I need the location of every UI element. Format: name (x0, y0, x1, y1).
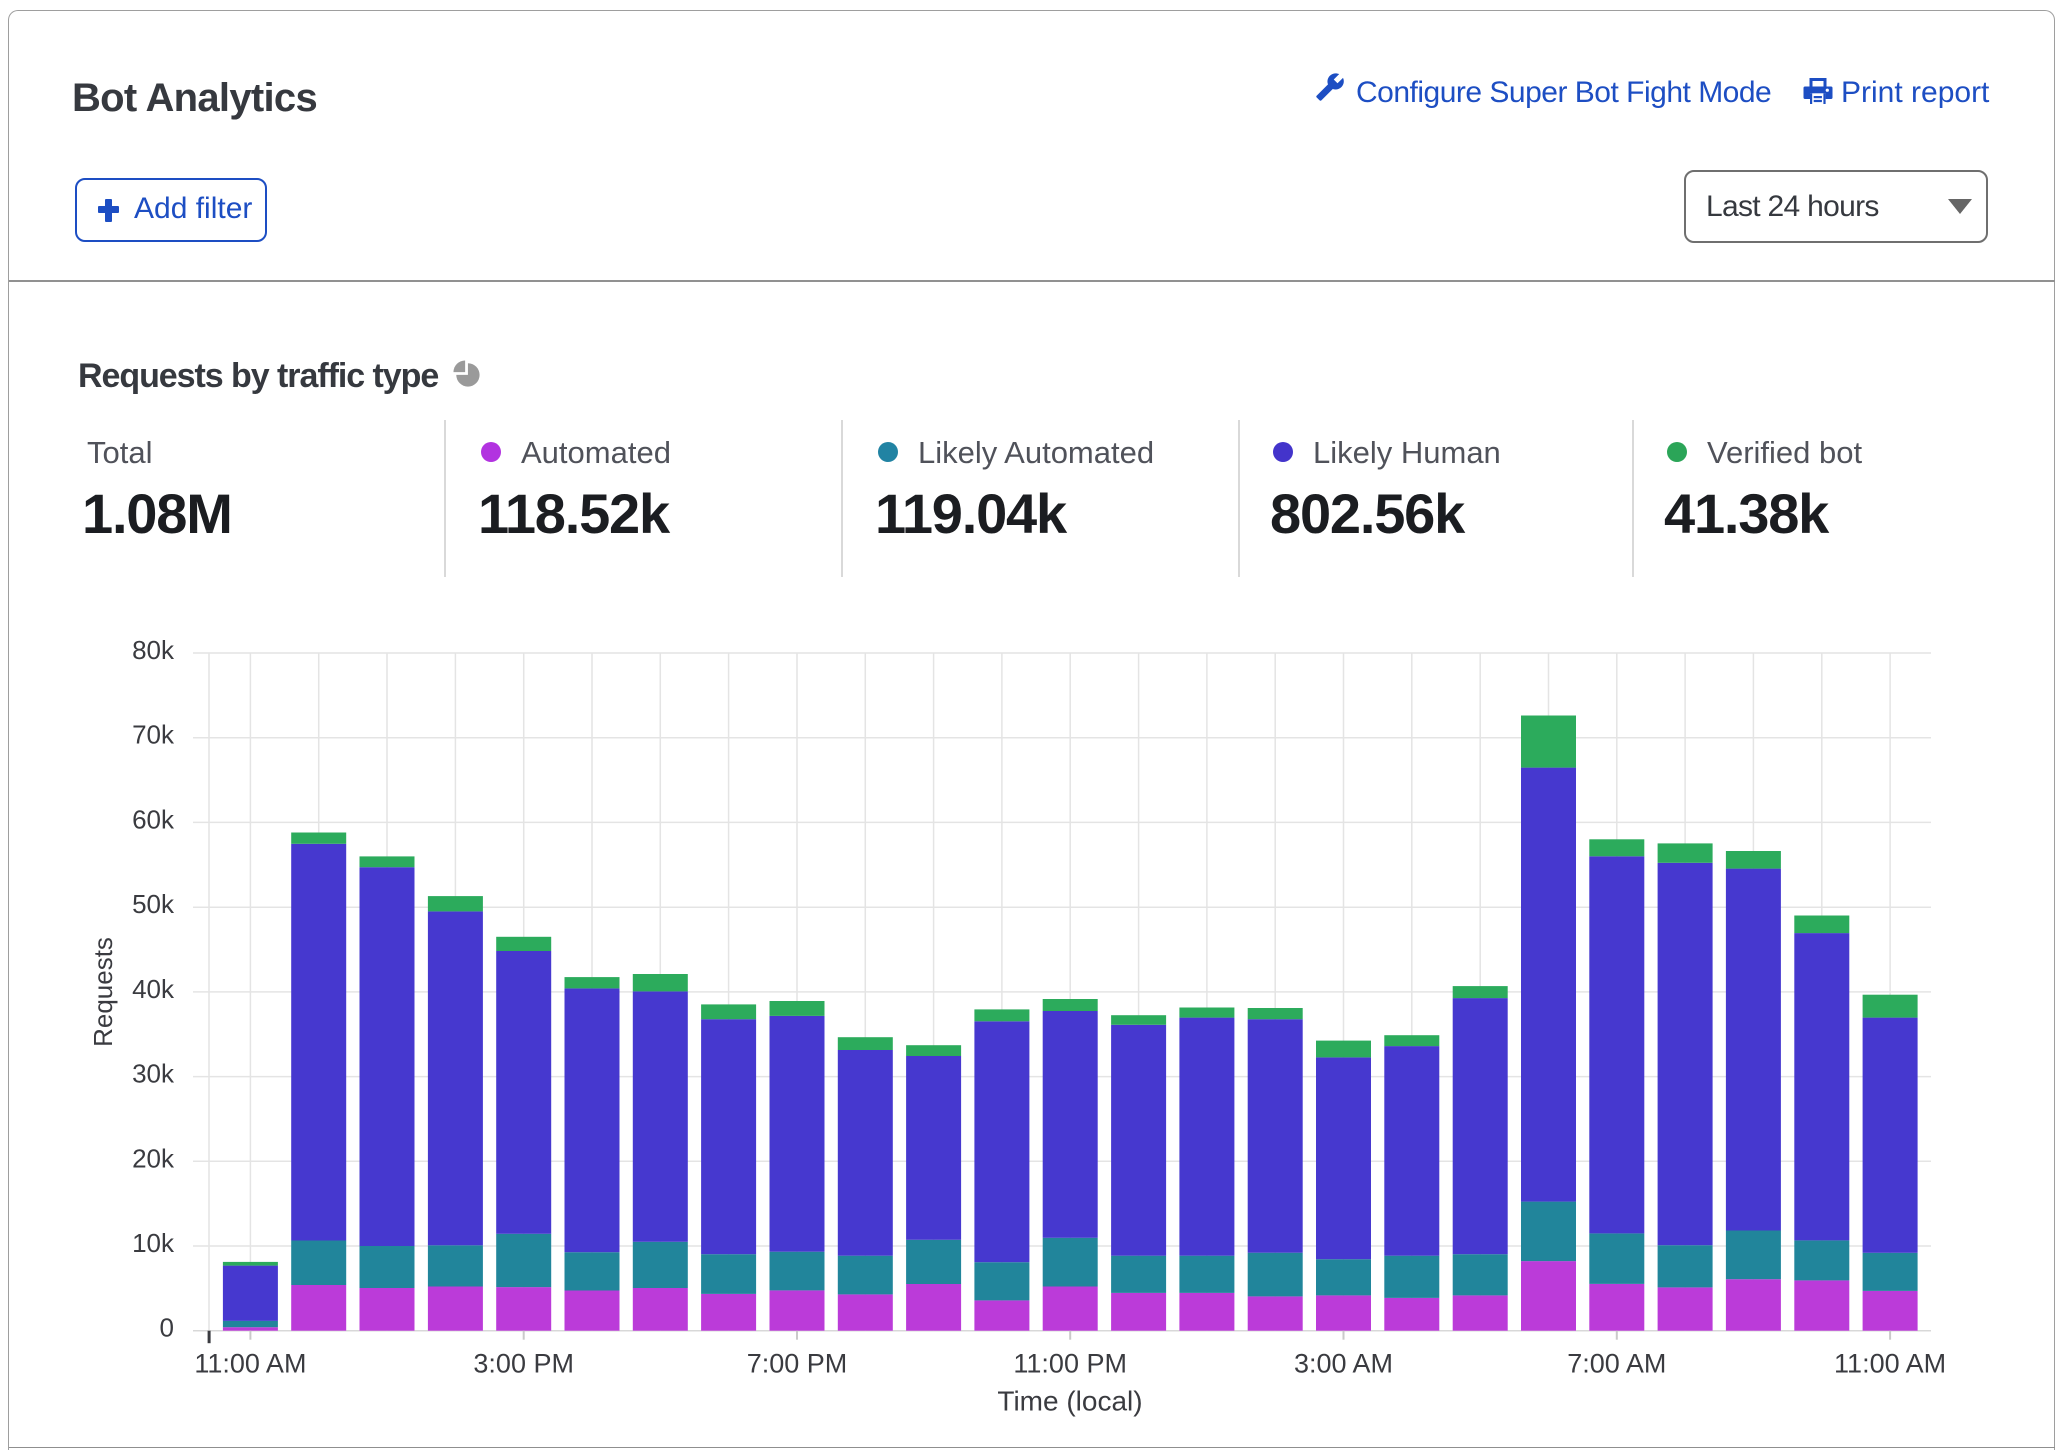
svg-text:60k: 60k (132, 804, 175, 834)
svg-text:11:00 PM: 11:00 PM (1013, 1349, 1127, 1379)
svg-text:3:00 AM: 3:00 AM (1294, 1349, 1393, 1379)
svg-text:20k: 20k (132, 1143, 175, 1173)
svg-text:11:00 AM: 11:00 AM (1834, 1349, 1946, 1379)
svg-text:3:00 PM: 3:00 PM (473, 1349, 574, 1379)
svg-text:11:00 AM: 11:00 AM (194, 1349, 306, 1379)
svg-text:Requests: Requests (88, 937, 118, 1047)
svg-text:50k: 50k (132, 889, 175, 919)
svg-text:7:00 PM: 7:00 PM (747, 1349, 848, 1379)
svg-text:70k: 70k (132, 720, 175, 750)
svg-text:40k: 40k (132, 974, 175, 1004)
svg-text:30k: 30k (132, 1059, 175, 1089)
svg-text:10k: 10k (132, 1228, 175, 1258)
svg-text:Time (local): Time (local) (997, 1386, 1142, 1417)
svg-text:0: 0 (160, 1313, 174, 1343)
svg-text:7:00 AM: 7:00 AM (1567, 1349, 1666, 1379)
svg-text:80k: 80k (132, 635, 175, 665)
